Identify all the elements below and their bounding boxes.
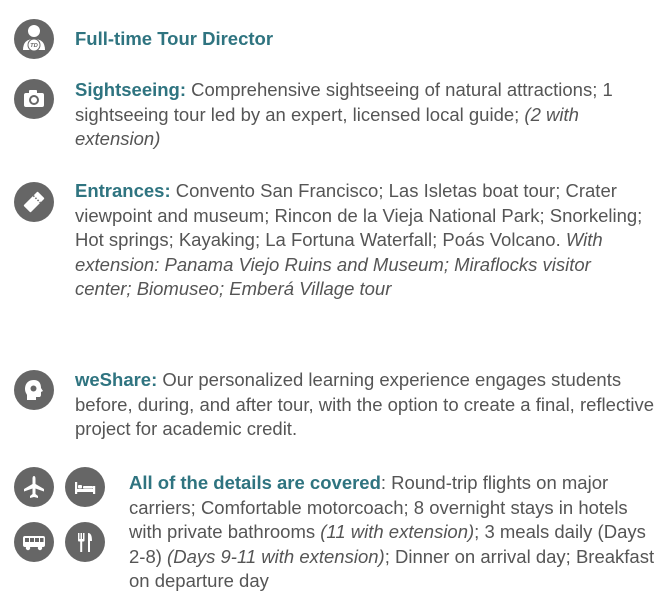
head-icon (14, 370, 54, 410)
airplane-icon (14, 467, 54, 507)
camera-icon (14, 79, 54, 119)
sightseeing-text: Sightseeing: Comprehensive sightseeing o… (75, 78, 665, 152)
details-extension-2: (Days 9-11 with extension) (167, 545, 385, 567)
entrances-lead: Entrances: (75, 180, 171, 201)
weshare-text: weShare: Our personalized learning exper… (75, 368, 665, 442)
fork-knife-icon (65, 522, 105, 562)
bus-icon (14, 522, 54, 562)
ticket-icon (14, 182, 54, 222)
bed-icon (65, 467, 105, 507)
details-lead: All of the details are covered (129, 472, 381, 493)
weshare-lead: weShare: (75, 369, 158, 390)
td-badge-text: TD (30, 43, 39, 49)
entrances-text: Entrances: Convento San Francisco; Las I… (75, 179, 650, 302)
details-text: All of the details are covered: Round-tr… (129, 471, 665, 594)
tour-director-badge-icon: TD (14, 19, 54, 59)
details-extension-1: (11 with extension) (320, 521, 475, 542)
tour-director-label: Full-time Tour Director (75, 28, 274, 49)
weshare-body: Our personalized learning experience eng… (75, 369, 654, 439)
sightseeing-lead: Sightseeing: (75, 79, 187, 100)
inclusions-list: TD Full-time Tour Director Sightseeing: … (0, 0, 668, 597)
